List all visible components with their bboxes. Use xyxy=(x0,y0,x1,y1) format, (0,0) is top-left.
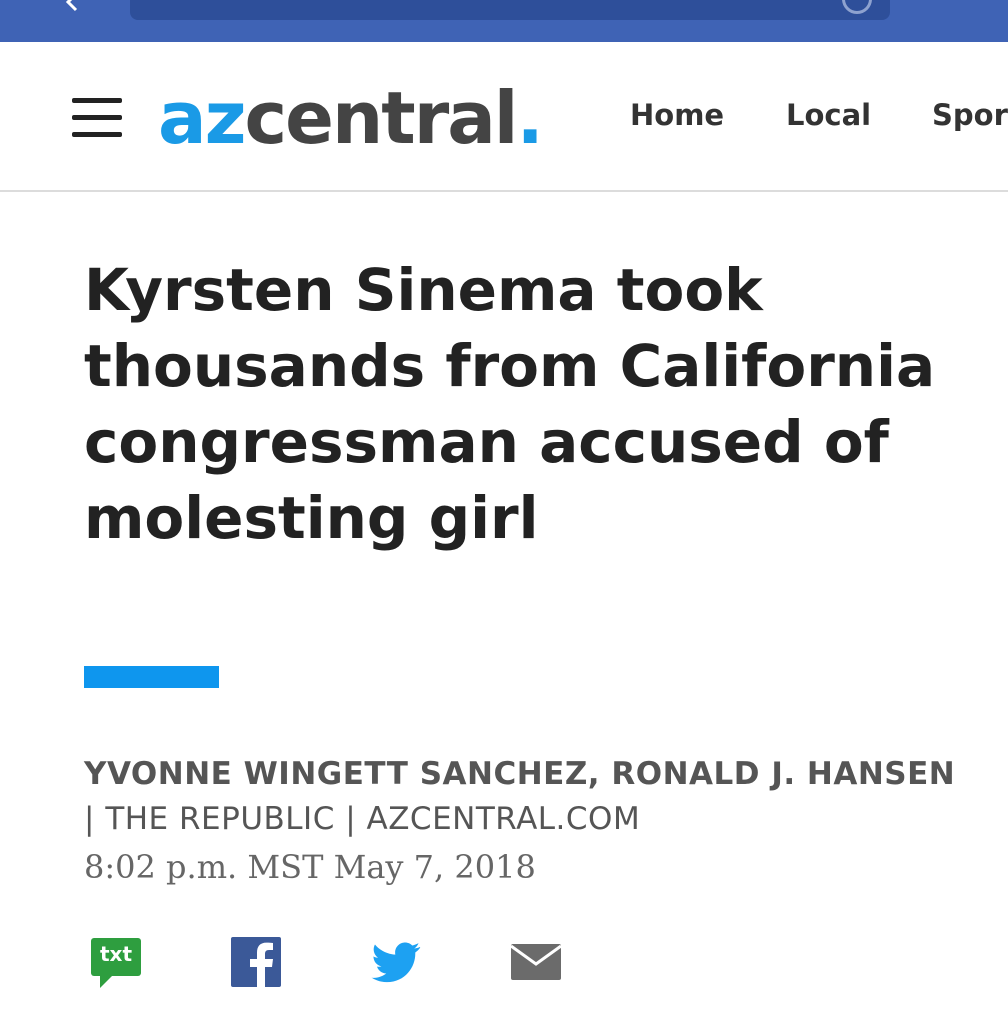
email-icon[interactable] xyxy=(510,936,562,992)
menu-icon[interactable] xyxy=(72,98,122,138)
twitter-icon[interactable] xyxy=(370,936,422,992)
site-header: azcentral. Home Local Sport xyxy=(0,42,1008,192)
article-headline: Kyrsten Sinema took thousands from Calif… xyxy=(84,256,936,552)
article-timestamp: 8:02 p.m. MST May 7, 2018 xyxy=(84,848,536,886)
byline-authors[interactable]: YVONNE WINGETT SANCHEZ, RONALD J. HANSEN xyxy=(84,756,955,792)
nav-item-local[interactable]: Local xyxy=(786,98,871,132)
byline-separator: | xyxy=(84,801,95,837)
sms-txt-icon[interactable]: txt xyxy=(90,936,142,992)
headline-accent-bar xyxy=(84,666,219,688)
byline-source: THE REPUBLIC | AZCENTRAL.COM xyxy=(105,801,641,837)
browser-toolbar xyxy=(0,0,1008,42)
nav-item-home[interactable]: Home xyxy=(630,98,724,132)
nav-item-sports[interactable]: Sport xyxy=(932,98,1008,132)
facebook-icon[interactable] xyxy=(230,936,282,992)
article-byline: YVONNE WINGETT SANCHEZ, RONALD J. HANSEN… xyxy=(84,752,964,842)
site-logo[interactable]: azcentral. xyxy=(158,68,544,168)
address-bar[interactable] xyxy=(130,0,890,20)
reload-icon[interactable] xyxy=(842,0,872,14)
back-arrow-icon[interactable] xyxy=(60,0,84,16)
